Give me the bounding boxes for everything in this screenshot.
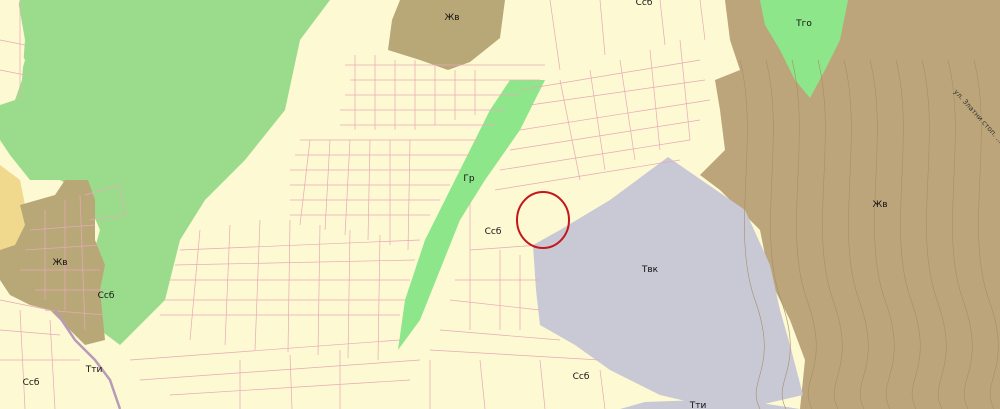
map-canvas: [0, 0, 1000, 409]
zoning-map[interactable]: Жв Ссб Тго Гр Ссб Жв Ссб Твк Жв Ссб Тти …: [0, 0, 1000, 409]
